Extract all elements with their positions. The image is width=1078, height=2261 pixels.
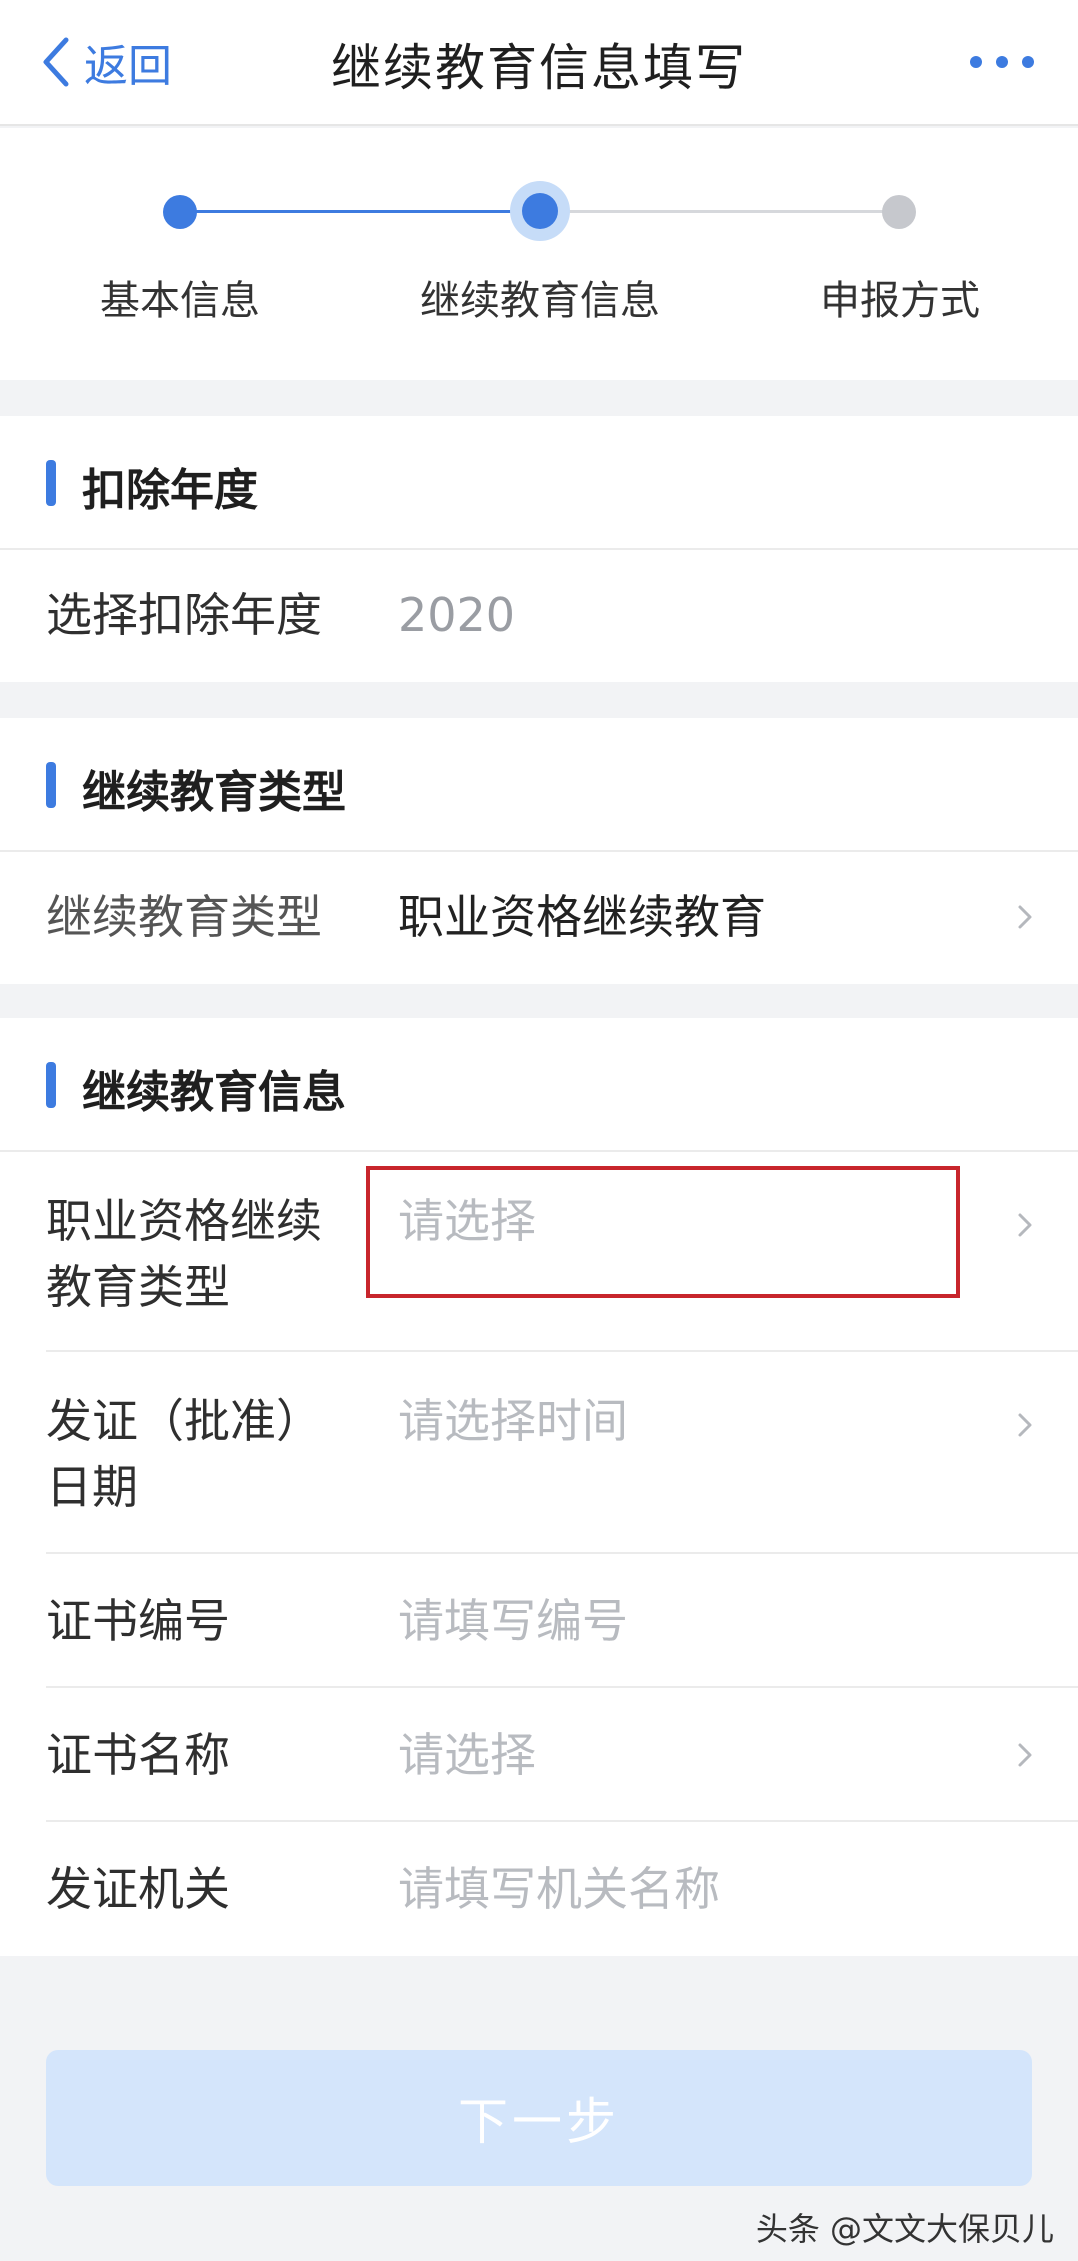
deduction-year-row[interactable]: 选择扣除年度 2020 — [0, 550, 1078, 682]
step-dot-edu-info — [522, 193, 558, 229]
certificate-name-row[interactable]: 证书名称 请选择 — [0, 1688, 1078, 1822]
step-label-edu-info: 继续教育信息 — [420, 278, 660, 324]
watermark: 头条 @文文大保贝儿 — [755, 2210, 1054, 2248]
more-button[interactable] — [970, 42, 1034, 82]
issuing-authority-input[interactable]: 请填写机关名称 — [398, 1856, 720, 1922]
row-label: 发证（批准） 日期 — [46, 1394, 322, 1514]
certificate-name-select[interactable]: 请选择 — [398, 1722, 536, 1788]
row-label: 证书名称 — [46, 1728, 230, 1782]
certificate-number-input[interactable]: 请填写编号 — [398, 1588, 628, 1654]
ellipsis-icon — [970, 56, 982, 68]
nav-bar: 返回 继续教育信息填写 — [0, 0, 1078, 126]
section-title: 继续教育信息 — [82, 1067, 346, 1118]
progress-stepper: 基本信息 继续教育信息 申报方式 — [0, 128, 1078, 380]
step-connector-todo — [540, 210, 900, 213]
step-dot-report-method — [882, 195, 916, 229]
chevron-right-icon — [1016, 1410, 1034, 1440]
chevron-right-icon — [1016, 1210, 1034, 1240]
edu-type-value: 职业资格继续教育 — [398, 890, 766, 944]
chevron-right-icon — [1016, 1740, 1034, 1770]
section-accent-bar — [46, 762, 56, 808]
row-label: 职业资格继续 教育类型 — [46, 1194, 322, 1314]
row-label: 继续教育类型 — [46, 890, 322, 944]
deduction-year-value: 2020 — [398, 588, 516, 642]
row-label: 证书编号 — [46, 1594, 230, 1648]
section-title: 继续教育类型 — [82, 767, 346, 818]
issue-date-row[interactable]: 发证（批准） 日期 请选择时间 — [0, 1352, 1078, 1554]
section-deduction-year: 扣除年度 选择扣除年度 2020 — [0, 416, 1078, 682]
step-connector-done — [180, 210, 540, 213]
row-label: 选择扣除年度 — [46, 588, 322, 642]
issue-date-picker[interactable]: 请选择时间 — [398, 1388, 628, 1454]
qualification-edu-type-row[interactable]: 职业资格继续 教育类型 请选择 — [0, 1152, 1078, 1352]
chevron-right-icon — [1016, 902, 1034, 932]
next-step-button[interactable]: 下一步 — [46, 2050, 1032, 2186]
page-title: 继续教育信息填写 — [331, 39, 747, 97]
step-label-basic-info: 基本信息 — [100, 278, 260, 324]
row-label: 发证机关 — [46, 1862, 230, 1916]
section-edu-info: 继续教育信息 职业资格继续 教育类型 请选择 发证（批准） 日期 请选择时间 证… — [0, 1018, 1078, 1956]
issuing-authority-row[interactable]: 发证机关 请填写机关名称 — [0, 1822, 1078, 1956]
step-label-report-method: 申报方式 — [820, 278, 980, 324]
step-dot-basic-info — [163, 195, 197, 229]
section-edu-type: 继续教育类型 继续教育类型 职业资格继续教育 — [0, 718, 1078, 984]
section-accent-bar — [46, 460, 56, 506]
certificate-number-row[interactable]: 证书编号 请填写编号 — [0, 1554, 1078, 1688]
edu-type-row[interactable]: 继续教育类型 职业资格继续教育 — [0, 852, 1078, 984]
section-title: 扣除年度 — [82, 465, 258, 516]
highlight-box — [366, 1166, 960, 1298]
section-accent-bar — [46, 1062, 56, 1108]
